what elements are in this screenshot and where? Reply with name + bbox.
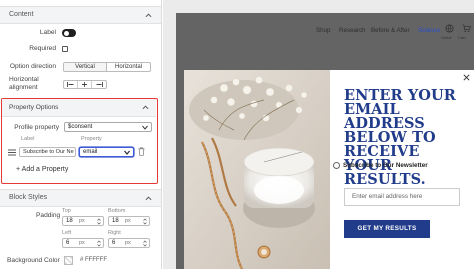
chevron-up-icon[interactable] xyxy=(145,195,152,202)
padding-top-caption: Top xyxy=(62,208,71,214)
profile-property-select[interactable]: $consent xyxy=(64,122,152,132)
padding-right-caption: Right xyxy=(108,230,121,236)
padding-right-value: 6 xyxy=(112,240,116,246)
padding-top-unit: px xyxy=(79,218,85,224)
block-styles-title: Block Styles xyxy=(9,194,48,201)
close-icon[interactable] xyxy=(463,74,470,81)
required-checkbox-label: Required xyxy=(29,45,56,52)
trash-icon[interactable] xyxy=(138,147,145,156)
stepper-icon[interactable] xyxy=(97,240,101,247)
profile-property-value: $consent xyxy=(68,124,93,130)
padding-bottom-caption: Bottom xyxy=(108,208,126,214)
content-section-header[interactable]: Content xyxy=(0,6,161,24)
background-color-value[interactable]: # FFFFFF xyxy=(80,257,107,263)
label-caption: Label xyxy=(21,136,35,142)
cart-button[interactable]: Cart xyxy=(458,24,471,40)
padding-left-value: 6 xyxy=(66,240,70,246)
align-center-icon[interactable] xyxy=(78,81,92,88)
align-right-icon[interactable] xyxy=(92,81,106,88)
padding-right-unit: px xyxy=(125,240,131,246)
chevron-down-icon xyxy=(124,150,130,155)
site-navigation: Shop Research Before & After Science Glo… xyxy=(176,13,474,47)
padding-right-input[interactable]: 6 px xyxy=(108,238,150,248)
popup-form-panel: ENTER YOUR EMAIL ADDRESS BELOW TO RECEIV… xyxy=(330,70,474,269)
padding-bottom-unit: px xyxy=(125,218,131,224)
stepper-icon[interactable] xyxy=(143,218,147,225)
padding-left-caption: Left xyxy=(62,230,72,236)
property-caption: Property xyxy=(81,136,102,142)
label-toggle-label: Label xyxy=(39,29,56,36)
email-input[interactable]: Enter email address here xyxy=(344,188,460,206)
direction-horizontal-button[interactable]: Horizontal xyxy=(107,63,150,71)
email-signup-popup: ENTER YOUR EMAIL ADDRESS BELOW TO RECEIV… xyxy=(184,70,474,269)
horizontal-alignment-buttons xyxy=(63,80,107,89)
property-key-value: email xyxy=(83,149,98,155)
chevron-up-icon[interactable] xyxy=(142,104,149,111)
globe-button[interactable]: Globe xyxy=(441,24,454,40)
property-label-input[interactable]: Subscribe to Our Ne xyxy=(19,147,76,157)
option-direction-toggle: Vertical Horizontal xyxy=(63,62,151,72)
horizontal-alignment-label-line1: Horizontal xyxy=(9,76,39,83)
globe-label: Globe xyxy=(441,35,452,40)
property-options-section: Property Options Profile property $conse… xyxy=(1,98,158,184)
align-left-icon[interactable] xyxy=(64,81,78,88)
property-options-title: Property Options xyxy=(9,104,59,111)
padding-bottom-value: 18 xyxy=(112,218,119,224)
drag-handle-icon[interactable] xyxy=(8,149,16,156)
cart-label: Cart xyxy=(458,35,466,40)
nav-link-shop[interactable]: Shop xyxy=(316,27,330,34)
product-photo-illustration xyxy=(184,70,330,269)
padding-top-input[interactable]: 18 px xyxy=(62,216,104,226)
property-options-header[interactable]: Property Options xyxy=(2,99,156,117)
background-color-swatch[interactable] xyxy=(64,256,73,265)
padding-left-unit: px xyxy=(79,240,85,246)
get-results-button[interactable]: GET MY RESULTS xyxy=(344,220,430,238)
chevron-up-icon[interactable] xyxy=(145,12,152,19)
label-toggle[interactable] xyxy=(62,29,76,37)
newsletter-radio[interactable] xyxy=(333,162,340,169)
hero-product-image xyxy=(184,70,330,269)
horizontal-alignment-label-line2: alignment xyxy=(9,84,38,91)
nav-link-research[interactable]: Research xyxy=(339,27,365,34)
content-section-title: Content xyxy=(9,11,34,18)
nav-link-before-after[interactable]: Before & After xyxy=(371,27,410,34)
settings-panel: Content Label Required Option direction … xyxy=(0,0,162,269)
background-color-label: Background Color xyxy=(7,257,60,264)
required-checkbox[interactable] xyxy=(62,46,68,52)
block-styles-header[interactable]: Block Styles xyxy=(0,189,161,207)
cart-icon xyxy=(462,24,471,33)
site-preview: Shop Research Before & After Science Glo… xyxy=(176,13,474,269)
direction-vertical-button[interactable]: Vertical xyxy=(64,63,107,71)
option-direction-label: Option direction xyxy=(9,63,56,70)
padding-bottom-input[interactable]: 18 px xyxy=(108,216,150,226)
nav-link-science[interactable]: Science xyxy=(418,27,440,34)
preview-canvas: Shop Research Before & After Science Glo… xyxy=(163,0,474,269)
newsletter-label: Subscribe to Our Newsletter xyxy=(343,162,428,169)
padding-label: Padding xyxy=(36,212,61,219)
newsletter-option[interactable]: Subscribe to Our Newsletter xyxy=(330,161,474,173)
chevron-down-icon xyxy=(142,125,148,130)
padding-left-input[interactable]: 6 px xyxy=(62,238,104,248)
stepper-icon[interactable] xyxy=(143,240,147,247)
add-property-link[interactable]: + Add a Property xyxy=(16,166,68,173)
profile-property-label: Profile property xyxy=(14,124,59,131)
globe-icon xyxy=(445,24,453,33)
padding-top-value: 18 xyxy=(66,218,73,224)
stepper-icon[interactable] xyxy=(97,218,101,225)
property-key-select[interactable]: email xyxy=(79,147,134,157)
